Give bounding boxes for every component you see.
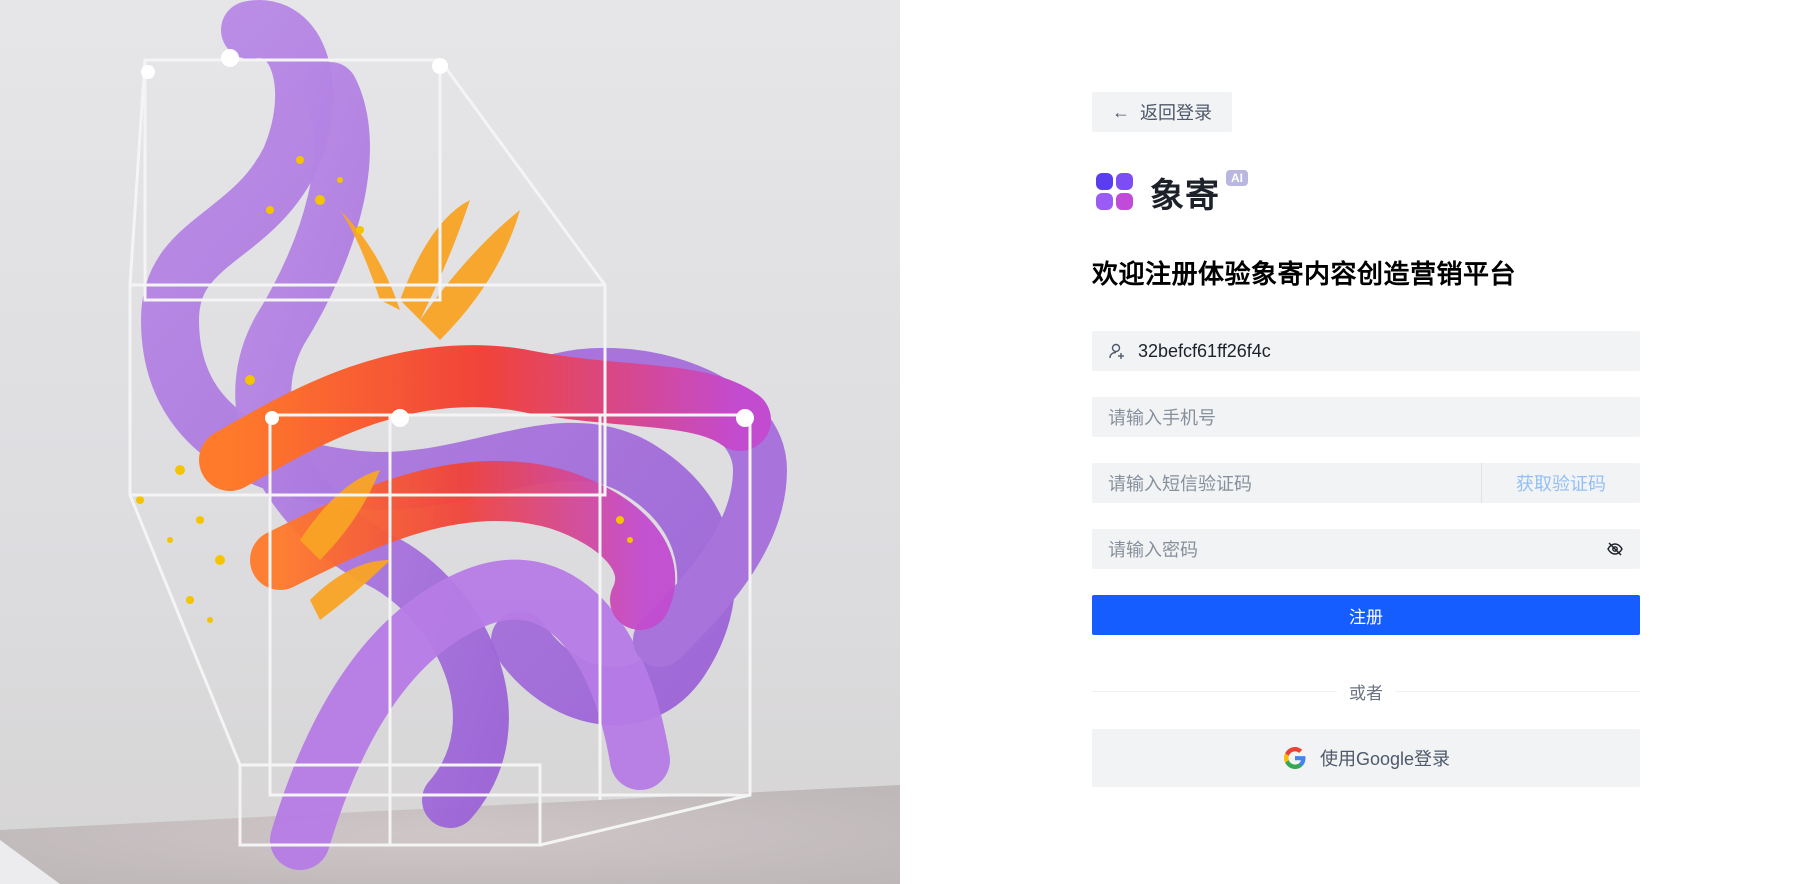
- back-to-login-button[interactable]: ← 返回登录: [1092, 92, 1232, 132]
- divider-text: 或者: [1337, 678, 1395, 704]
- register-panel: ← 返回登录 象寄 AI 欢迎注册体验象寄内容创造营销平台 32befcf61f…: [1092, 92, 1640, 787]
- back-to-login-label: 返回登录: [1140, 103, 1212, 123]
- get-code-button[interactable]: 获取验证码: [1481, 463, 1640, 503]
- sculpture-illustration: [0, 0, 900, 884]
- username-value: 32befcf61ff26f4c: [1138, 340, 1271, 361]
- brand-name: 象寄: [1150, 175, 1220, 216]
- phone-placeholder: 请输入手机号: [1108, 408, 1216, 428]
- sms-code-placeholder: 请输入短信验证码: [1108, 474, 1252, 494]
- phone-input[interactable]: 请输入手机号: [1092, 397, 1640, 437]
- arrow-left-icon: ←: [1112, 101, 1130, 122]
- password-placeholder: 请输入密码: [1108, 540, 1198, 560]
- google-login-label: 使用Google登录: [1319, 749, 1451, 769]
- password-input[interactable]: 请输入密码: [1092, 529, 1640, 569]
- username-field[interactable]: 32befcf61ff26f4c: [1092, 331, 1640, 371]
- or-divider: 或者: [1092, 678, 1640, 704]
- eye-off-icon[interactable]: [1606, 540, 1624, 558]
- hero-artwork: [0, 0, 900, 884]
- brand-mark-icon: [1094, 171, 1136, 213]
- sms-code-input[interactable]: 请输入短信验证码 获取验证码: [1092, 463, 1640, 503]
- brand-logo: 象寄 AI: [1092, 168, 1640, 216]
- user-add-icon: [1108, 342, 1126, 360]
- page-title: 欢迎注册体验象寄内容创造营销平台: [1092, 259, 1517, 289]
- google-icon: [1283, 747, 1306, 769]
- register-button[interactable]: 注册: [1092, 595, 1640, 635]
- google-login-button[interactable]: 使用Google登录: [1092, 729, 1640, 787]
- ai-badge: AI: [1226, 170, 1248, 186]
